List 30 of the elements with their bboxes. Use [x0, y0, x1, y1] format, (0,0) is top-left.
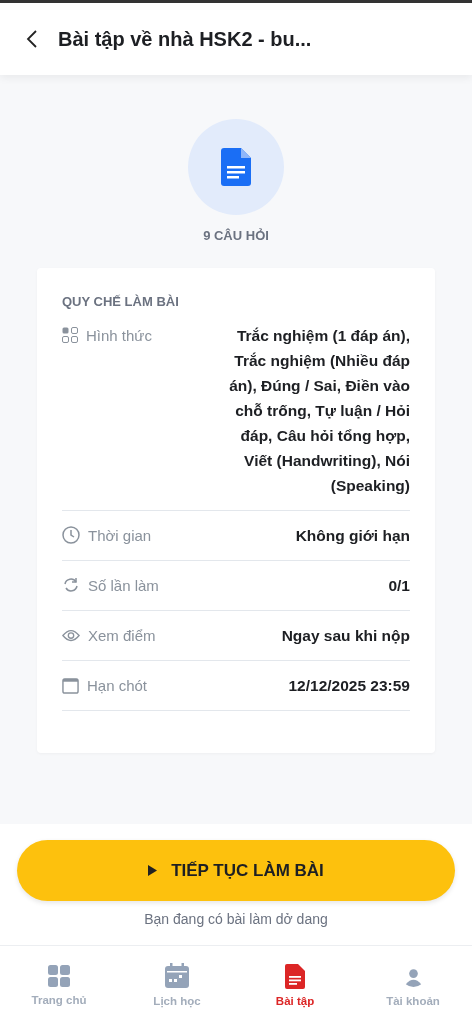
- nav-tab[interactable]: Lịch học: [118, 946, 236, 1024]
- nav-tab[interactable]: Trang chủ: [0, 946, 118, 1024]
- question-count: 9 CÂU HỎI: [203, 228, 269, 243]
- rule-label: Hạn chót: [87, 676, 148, 694]
- rule-label: Hình thức: [86, 326, 152, 344]
- grid-icon: [62, 327, 78, 343]
- clock-icon: [62, 526, 80, 544]
- nav-tab[interactable]: Tài khoản: [354, 946, 472, 1024]
- grid-icon: [47, 964, 71, 988]
- rule-value: Ngay sau khi nộp: [281, 626, 410, 646]
- rule-label: Xem điểm: [88, 626, 156, 644]
- page-title: Bài tập về nhà HSK2 - bu...: [58, 27, 312, 51]
- rule-value: Trắc nghiệm (1 đáp án), Trắc nghiệm (Nhiều đáp án), Đúng / Sai, Điền vào chỗ trống, Tự luận / Hỏi đáp, Câu hỏi tổng hợp, Viết (Handwriting), Nói (Speaking): [228, 326, 410, 496]
- calendar-icon: [62, 676, 79, 694]
- rule-label: Số lần làm: [88, 576, 159, 594]
- rule-value: 0/1: [388, 576, 410, 596]
- rule-label: Thời gian: [88, 526, 152, 544]
- play-icon: [148, 865, 158, 876]
- document-icon: [221, 148, 251, 186]
- calendar-icon: [164, 963, 190, 989]
- document-icon: [285, 963, 305, 989]
- eye-icon: [62, 628, 80, 642]
- back-icon[interactable]: [26, 29, 38, 49]
- section-title: QUY CHẾ LÀM BÀI: [62, 294, 180, 309]
- nav-tab[interactable]: Bài tập: [236, 946, 354, 1024]
- progress-note: Bạn đang có bài làm dở dang: [144, 911, 328, 927]
- rule-value: Không giới hạn: [295, 526, 410, 546]
- continue-button[interactable]: TIẾP TỤC LÀM BÀI: [17, 840, 455, 901]
- refresh-icon: [62, 576, 80, 594]
- rule-value: 12/12/2025 23:59: [288, 676, 410, 696]
